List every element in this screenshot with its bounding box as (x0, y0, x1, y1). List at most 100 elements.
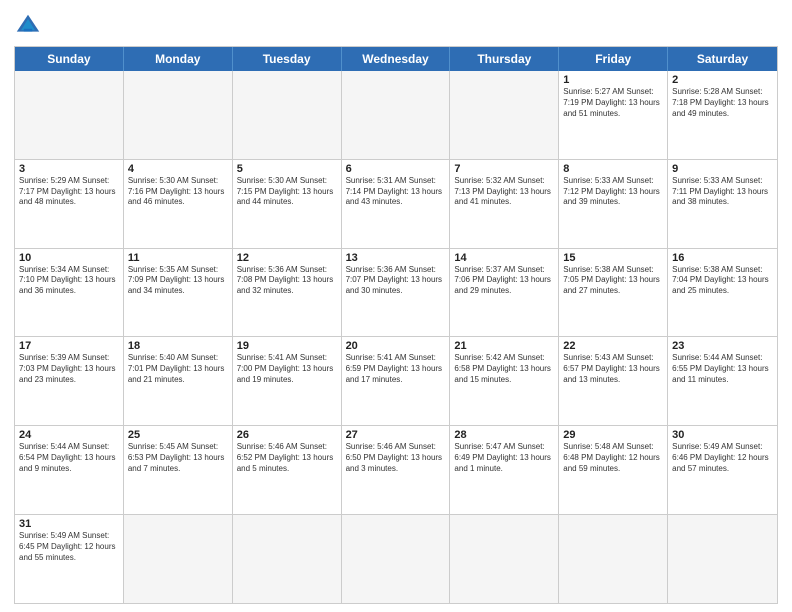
day-info: Sunrise: 5:41 AM Sunset: 7:00 PM Dayligh… (237, 353, 337, 385)
day-info: Sunrise: 5:38 AM Sunset: 7:05 PM Dayligh… (563, 265, 663, 297)
day-cell-20: 20Sunrise: 5:41 AM Sunset: 6:59 PM Dayli… (342, 337, 451, 425)
logo-icon (14, 12, 42, 40)
day-number: 27 (346, 429, 446, 441)
day-cell-24: 24Sunrise: 5:44 AM Sunset: 6:54 PM Dayli… (15, 426, 124, 514)
calendar-header: SundayMondayTuesdayWednesdayThursdayFrid… (15, 47, 777, 71)
day-cell-8: 8Sunrise: 5:33 AM Sunset: 7:12 PM Daylig… (559, 160, 668, 248)
day-info: Sunrise: 5:35 AM Sunset: 7:09 PM Dayligh… (128, 265, 228, 297)
day-info: Sunrise: 5:44 AM Sunset: 6:55 PM Dayligh… (672, 353, 773, 385)
day-cell-31: 31Sunrise: 5:49 AM Sunset: 6:45 PM Dayli… (15, 515, 124, 603)
day-header-wednesday: Wednesday (342, 47, 451, 71)
day-cell-5: 5Sunrise: 5:30 AM Sunset: 7:15 PM Daylig… (233, 160, 342, 248)
day-info: Sunrise: 5:33 AM Sunset: 7:11 PM Dayligh… (672, 176, 773, 208)
day-cell-11: 11Sunrise: 5:35 AM Sunset: 7:09 PM Dayli… (124, 249, 233, 337)
day-info: Sunrise: 5:38 AM Sunset: 7:04 PM Dayligh… (672, 265, 773, 297)
empty-cell (450, 515, 559, 603)
day-number: 3 (19, 163, 119, 175)
day-number: 10 (19, 252, 119, 264)
day-info: Sunrise: 5:49 AM Sunset: 6:45 PM Dayligh… (19, 531, 119, 563)
day-cell-4: 4Sunrise: 5:30 AM Sunset: 7:16 PM Daylig… (124, 160, 233, 248)
calendar-row-2: 10Sunrise: 5:34 AM Sunset: 7:10 PM Dayli… (15, 248, 777, 337)
day-cell-23: 23Sunrise: 5:44 AM Sunset: 6:55 PM Dayli… (668, 337, 777, 425)
day-number: 29 (563, 429, 663, 441)
day-cell-14: 14Sunrise: 5:37 AM Sunset: 7:06 PM Dayli… (450, 249, 559, 337)
day-header-monday: Monday (124, 47, 233, 71)
day-info: Sunrise: 5:46 AM Sunset: 6:52 PM Dayligh… (237, 442, 337, 474)
day-number: 14 (454, 252, 554, 264)
day-number: 11 (128, 252, 228, 264)
day-cell-25: 25Sunrise: 5:45 AM Sunset: 6:53 PM Dayli… (124, 426, 233, 514)
day-header-saturday: Saturday (668, 47, 777, 71)
day-number: 9 (672, 163, 773, 175)
day-cell-13: 13Sunrise: 5:36 AM Sunset: 7:07 PM Dayli… (342, 249, 451, 337)
empty-cell (450, 71, 559, 159)
empty-cell (342, 515, 451, 603)
day-number: 17 (19, 340, 119, 352)
day-number: 7 (454, 163, 554, 175)
day-info: Sunrise: 5:49 AM Sunset: 6:46 PM Dayligh… (672, 442, 773, 474)
day-info: Sunrise: 5:37 AM Sunset: 7:06 PM Dayligh… (454, 265, 554, 297)
day-number: 28 (454, 429, 554, 441)
day-cell-19: 19Sunrise: 5:41 AM Sunset: 7:00 PM Dayli… (233, 337, 342, 425)
day-number: 22 (563, 340, 663, 352)
day-cell-27: 27Sunrise: 5:46 AM Sunset: 6:50 PM Dayli… (342, 426, 451, 514)
day-cell-17: 17Sunrise: 5:39 AM Sunset: 7:03 PM Dayli… (15, 337, 124, 425)
day-number: 8 (563, 163, 663, 175)
day-header-sunday: Sunday (15, 47, 124, 71)
empty-cell (15, 71, 124, 159)
calendar-row-5: 31Sunrise: 5:49 AM Sunset: 6:45 PM Dayli… (15, 514, 777, 603)
empty-cell (233, 71, 342, 159)
day-cell-1: 1Sunrise: 5:27 AM Sunset: 7:19 PM Daylig… (559, 71, 668, 159)
day-header-tuesday: Tuesday (233, 47, 342, 71)
day-number: 18 (128, 340, 228, 352)
day-info: Sunrise: 5:45 AM Sunset: 6:53 PM Dayligh… (128, 442, 228, 474)
day-number: 20 (346, 340, 446, 352)
day-info: Sunrise: 5:36 AM Sunset: 7:08 PM Dayligh… (237, 265, 337, 297)
header (14, 12, 778, 40)
day-info: Sunrise: 5:32 AM Sunset: 7:13 PM Dayligh… (454, 176, 554, 208)
day-info: Sunrise: 5:40 AM Sunset: 7:01 PM Dayligh… (128, 353, 228, 385)
day-info: Sunrise: 5:48 AM Sunset: 6:48 PM Dayligh… (563, 442, 663, 474)
day-number: 13 (346, 252, 446, 264)
calendar-row-4: 24Sunrise: 5:44 AM Sunset: 6:54 PM Dayli… (15, 425, 777, 514)
day-info: Sunrise: 5:29 AM Sunset: 7:17 PM Dayligh… (19, 176, 119, 208)
page: SundayMondayTuesdayWednesdayThursdayFrid… (0, 0, 792, 612)
day-number: 15 (563, 252, 663, 264)
calendar-body: 1Sunrise: 5:27 AM Sunset: 7:19 PM Daylig… (15, 71, 777, 603)
day-cell-28: 28Sunrise: 5:47 AM Sunset: 6:49 PM Dayli… (450, 426, 559, 514)
day-info: Sunrise: 5:47 AM Sunset: 6:49 PM Dayligh… (454, 442, 554, 474)
day-info: Sunrise: 5:34 AM Sunset: 7:10 PM Dayligh… (19, 265, 119, 297)
day-cell-12: 12Sunrise: 5:36 AM Sunset: 7:08 PM Dayli… (233, 249, 342, 337)
logo (14, 12, 46, 40)
empty-cell (124, 71, 233, 159)
day-number: 5 (237, 163, 337, 175)
day-info: Sunrise: 5:28 AM Sunset: 7:18 PM Dayligh… (672, 87, 773, 119)
empty-cell (559, 515, 668, 603)
empty-cell (124, 515, 233, 603)
day-number: 21 (454, 340, 554, 352)
empty-cell (342, 71, 451, 159)
day-cell-16: 16Sunrise: 5:38 AM Sunset: 7:04 PM Dayli… (668, 249, 777, 337)
day-info: Sunrise: 5:30 AM Sunset: 7:15 PM Dayligh… (237, 176, 337, 208)
calendar-row-1: 3Sunrise: 5:29 AM Sunset: 7:17 PM Daylig… (15, 159, 777, 248)
day-cell-3: 3Sunrise: 5:29 AM Sunset: 7:17 PM Daylig… (15, 160, 124, 248)
day-number: 12 (237, 252, 337, 264)
empty-cell (668, 515, 777, 603)
calendar-row-3: 17Sunrise: 5:39 AM Sunset: 7:03 PM Dayli… (15, 336, 777, 425)
day-info: Sunrise: 5:39 AM Sunset: 7:03 PM Dayligh… (19, 353, 119, 385)
empty-cell (233, 515, 342, 603)
day-info: Sunrise: 5:43 AM Sunset: 6:57 PM Dayligh… (563, 353, 663, 385)
calendar-row-0: 1Sunrise: 5:27 AM Sunset: 7:19 PM Daylig… (15, 71, 777, 159)
day-info: Sunrise: 5:33 AM Sunset: 7:12 PM Dayligh… (563, 176, 663, 208)
day-number: 23 (672, 340, 773, 352)
day-number: 26 (237, 429, 337, 441)
day-number: 25 (128, 429, 228, 441)
day-number: 19 (237, 340, 337, 352)
day-number: 16 (672, 252, 773, 264)
day-cell-7: 7Sunrise: 5:32 AM Sunset: 7:13 PM Daylig… (450, 160, 559, 248)
day-cell-6: 6Sunrise: 5:31 AM Sunset: 7:14 PM Daylig… (342, 160, 451, 248)
day-cell-9: 9Sunrise: 5:33 AM Sunset: 7:11 PM Daylig… (668, 160, 777, 248)
day-info: Sunrise: 5:31 AM Sunset: 7:14 PM Dayligh… (346, 176, 446, 208)
day-cell-18: 18Sunrise: 5:40 AM Sunset: 7:01 PM Dayli… (124, 337, 233, 425)
day-number: 2 (672, 74, 773, 86)
